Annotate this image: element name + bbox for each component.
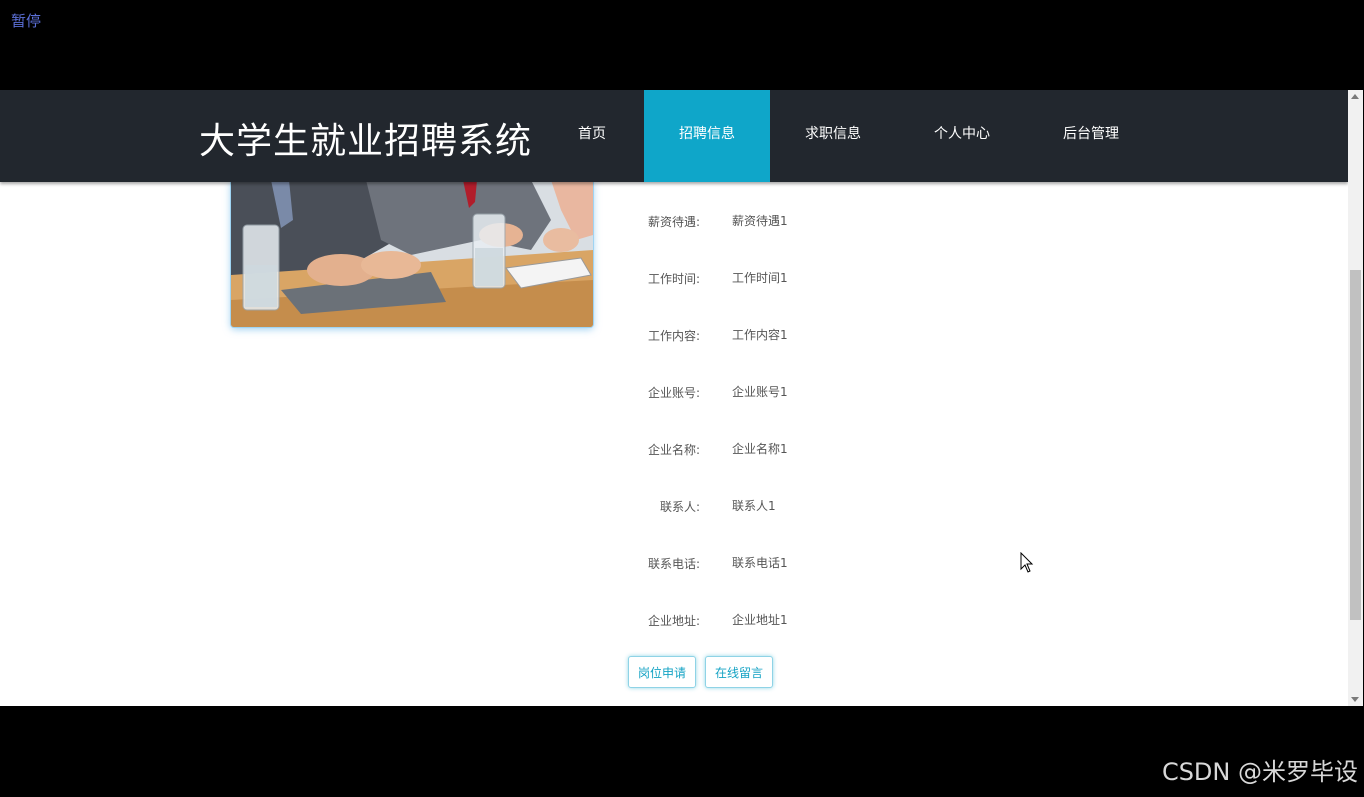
nav-job-seeking-info[interactable]: 求职信息 bbox=[790, 90, 876, 182]
detail-value-salary: 薪资待遇1 bbox=[732, 214, 788, 228]
detail-value-contact-phone: 联系电话1 bbox=[732, 556, 788, 570]
watermark-text: CSDN @米罗毕设 bbox=[1161, 758, 1358, 786]
detail-label-salary: 薪资待遇: bbox=[647, 215, 700, 229]
detail-label-company-name: 企业名称: bbox=[647, 443, 700, 457]
detail-label-company-address: 企业地址: bbox=[647, 614, 700, 628]
pause-link[interactable]: 暂停 bbox=[11, 10, 41, 31]
detail-label-company-account: 企业账号: bbox=[647, 386, 700, 400]
scroll-up-arrow-icon[interactable] bbox=[1351, 94, 1359, 99]
nav-home[interactable]: 首页 bbox=[560, 90, 624, 182]
detail-value-company-name: 企业名称1 bbox=[732, 442, 788, 456]
site-title: 大学生就业招聘系统 bbox=[199, 121, 533, 162]
detail-label-work-time: 工作时间: bbox=[647, 272, 700, 286]
mouse-cursor-icon bbox=[1020, 552, 1034, 573]
vertical-scrollbar[interactable] bbox=[1348, 90, 1363, 706]
scroll-down-arrow-icon[interactable] bbox=[1351, 697, 1359, 702]
nav-personal-center[interactable]: 个人中心 bbox=[918, 90, 1006, 182]
detail-value-contact-person: 联系人1 bbox=[732, 499, 776, 513]
meeting-photo-image bbox=[231, 180, 593, 327]
scroll-thumb[interactable] bbox=[1350, 270, 1361, 620]
detail-value-work-time: 工作时间1 bbox=[732, 271, 788, 285]
detail-label-contact-person: 联系人: bbox=[659, 500, 700, 514]
nav-recruitment-info[interactable]: 招聘信息 bbox=[644, 90, 770, 182]
nav-admin[interactable]: 后台管理 bbox=[1048, 90, 1134, 182]
detail-value-work-content: 工作内容1 bbox=[732, 328, 788, 342]
detail-value-company-account: 企业账号1 bbox=[732, 385, 788, 399]
top-navbar: 大学生就业招聘系统 首页 招聘信息 求职信息 个人中心 后台管理 bbox=[0, 90, 1348, 182]
detail-label-contact-phone: 联系电话: bbox=[647, 557, 700, 571]
page-viewport: 大学生就业招聘系统 首页 招聘信息 求职信息 个人中心 后台管理 薪资待遇: 薪… bbox=[0, 90, 1348, 706]
job-photo bbox=[231, 180, 593, 327]
detail-value-company-address: 企业地址1 bbox=[732, 613, 788, 627]
detail-label-work-content: 工作内容: bbox=[647, 329, 700, 343]
apply-position-button[interactable]: 岗位申请 bbox=[628, 656, 696, 688]
online-message-button[interactable]: 在线留言 bbox=[705, 656, 773, 688]
